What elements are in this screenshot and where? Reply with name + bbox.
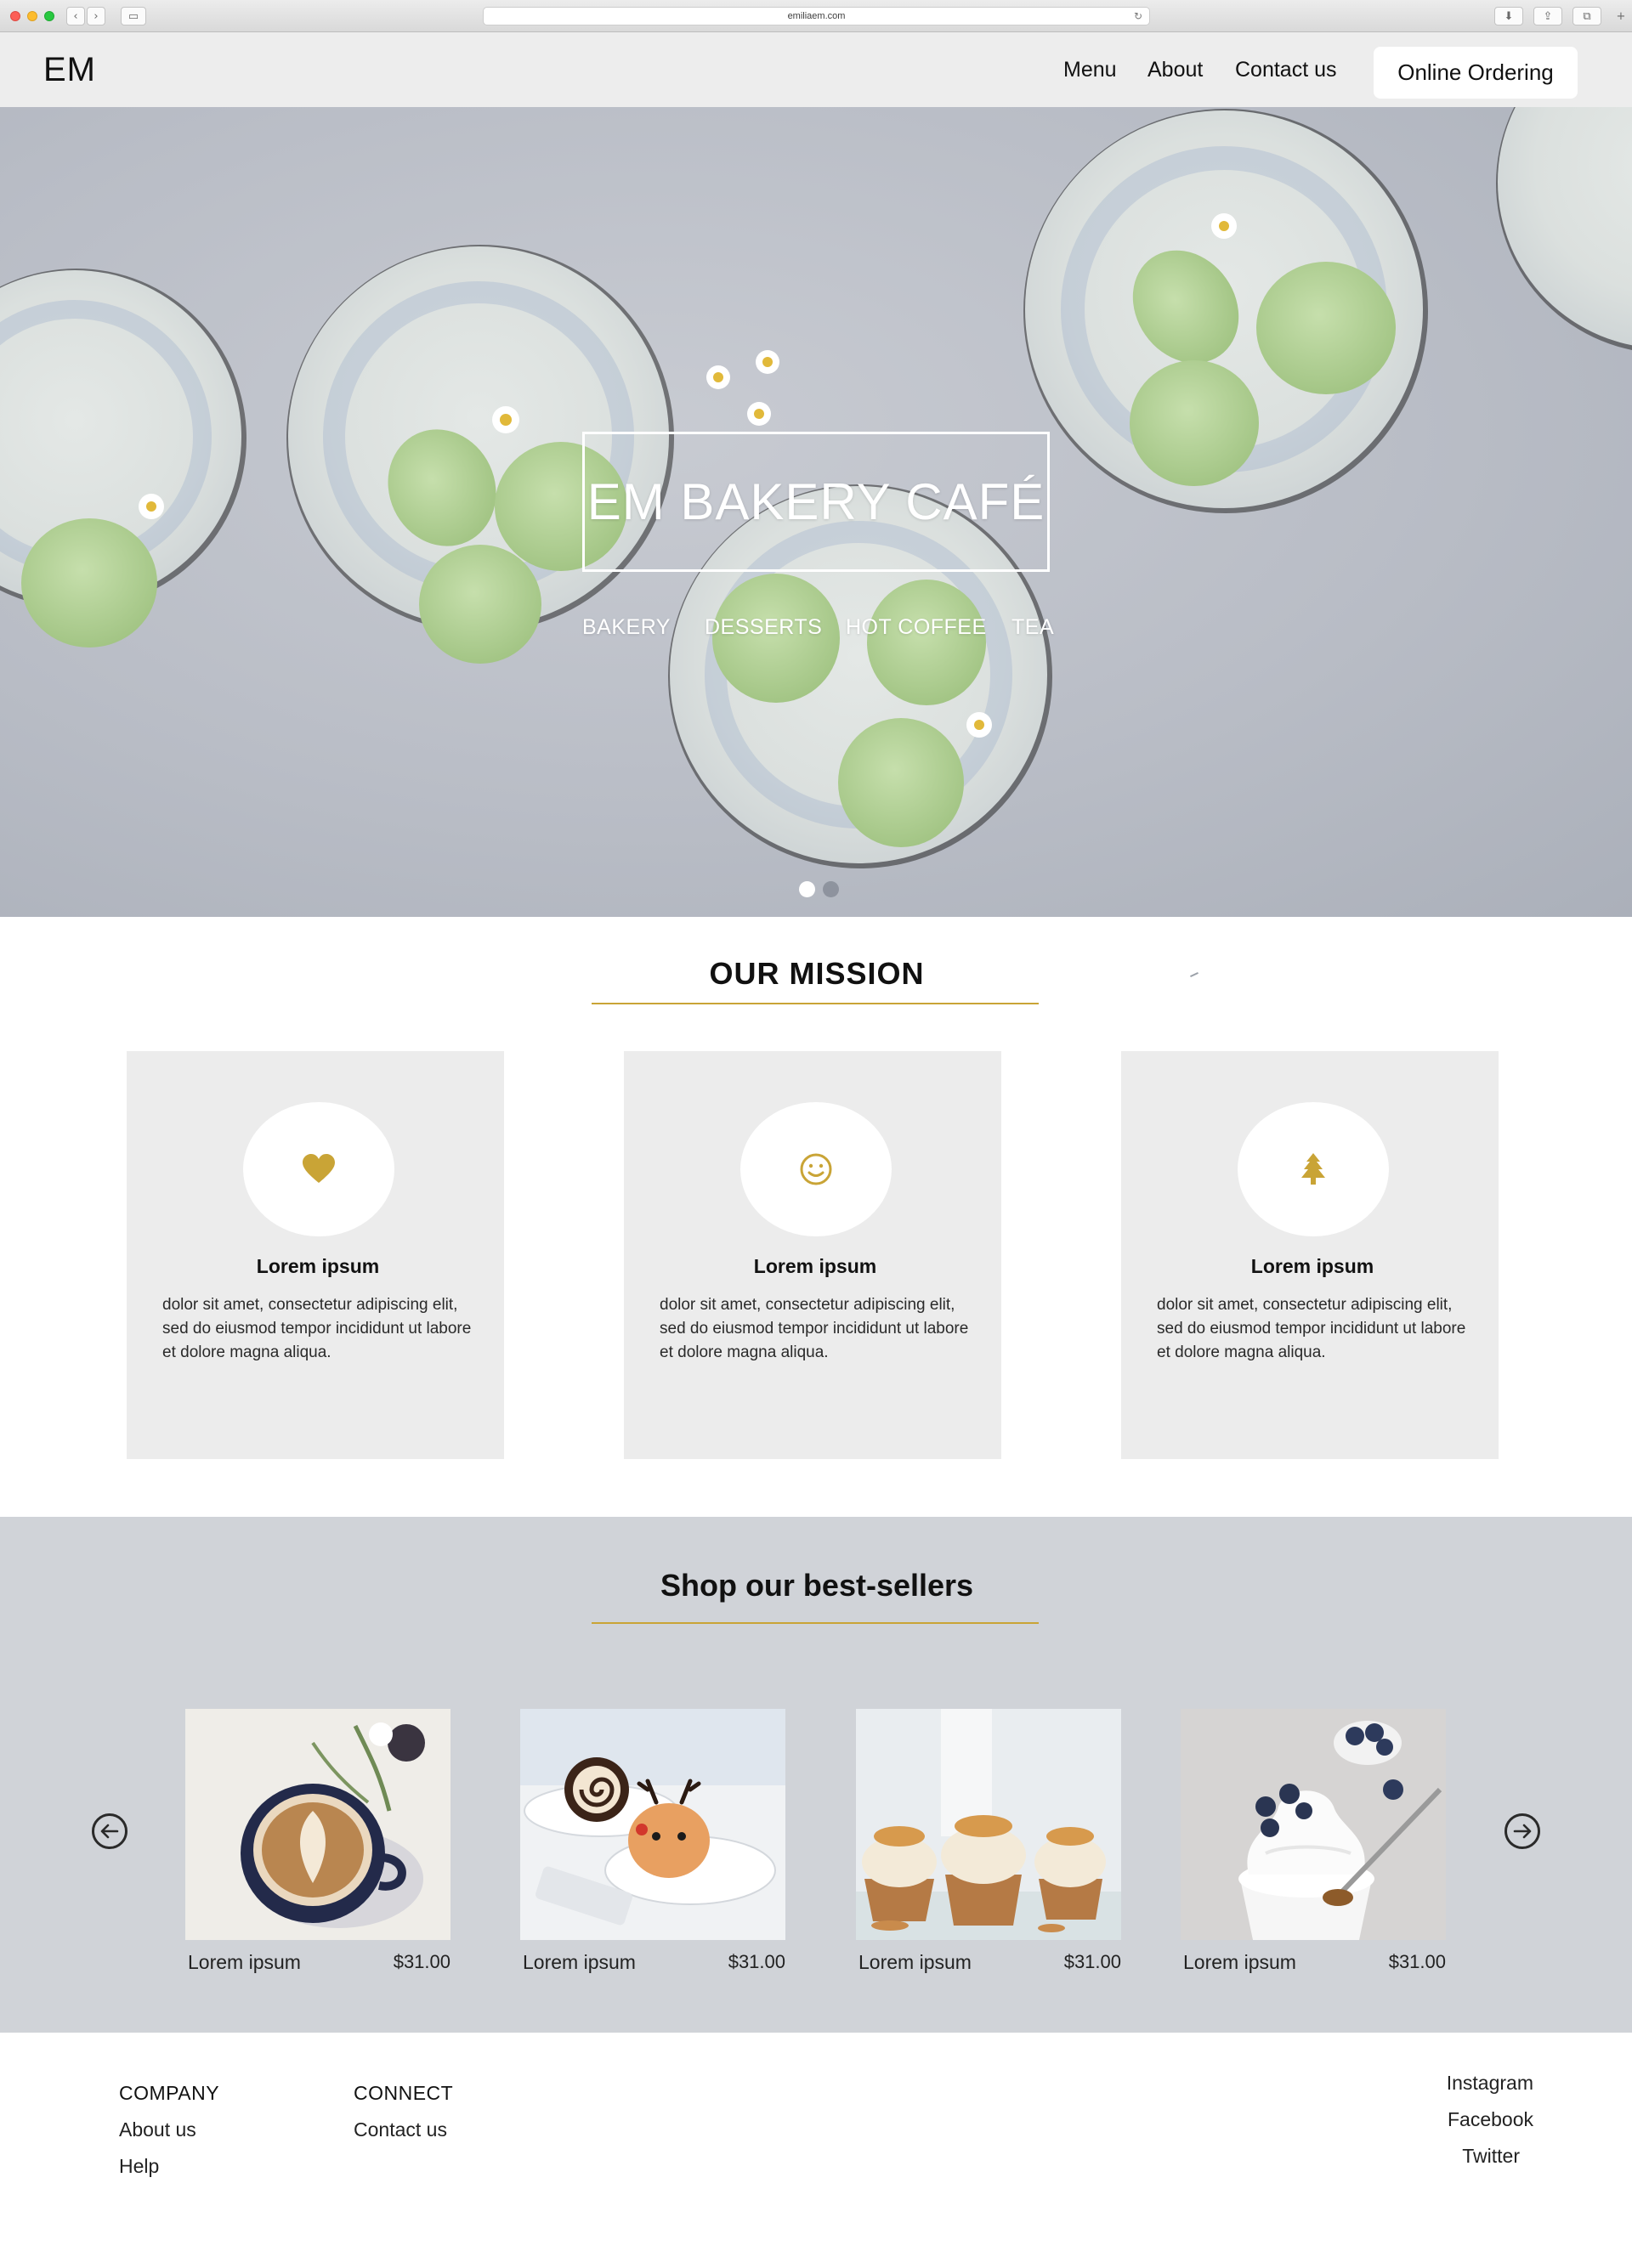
footer-instagram-link[interactable]: Instagram — [1431, 2072, 1533, 2095]
hero-title-box: EM BAKERY CAFÉ — [582, 432, 1050, 572]
mission-icon-circle — [243, 1102, 394, 1236]
nav-contact-link[interactable]: Contact us — [1235, 58, 1337, 82]
new-tab-icon[interactable]: + — [1612, 7, 1630, 25]
product-card[interactable]: Lorem ipsum $31.00 — [1181, 1709, 1453, 1973]
cake-roll-photo[interactable] — [520, 1709, 785, 1940]
address-url: emiliaem.com — [787, 11, 846, 21]
smiley-icon — [800, 1153, 832, 1185]
mission-card: Lorem ipsum dolor sit amet, consectetur … — [127, 1051, 504, 1459]
mission-card: Lorem ipsum dolor sit amet, consectetur … — [624, 1051, 1001, 1459]
slider-dot-2[interactable] — [823, 881, 839, 897]
mission-icon-circle — [1238, 1102, 1389, 1236]
best-sellers-section: Shop our best-sellers Lorem ipsum $31.00… — [0, 1517, 1632, 2033]
footer-twitter-link[interactable]: Twitter — [1431, 2145, 1520, 2168]
product-card[interactable]: Lorem ipsum $31.00 — [520, 1709, 792, 1973]
best-sellers-title: Shop our best-sellers — [660, 1568, 974, 1603]
sidebar-icon[interactable]: ▭ — [121, 7, 146, 25]
hero-category-bakery[interactable]: BAKERY — [582, 615, 671, 640]
mission-divider — [592, 1003, 1039, 1004]
product-name: Lorem ipsum — [523, 1951, 636, 1973]
footer-company-heading: COMPANY — [119, 2082, 220, 2104]
product-price: $31.00 — [1063, 1951, 1121, 1972]
mission-card-text: dolor sit amet, consectetur adipiscing e… — [162, 1296, 472, 1361]
footer-about-link[interactable]: About us — [119, 2118, 196, 2141]
mission-icon-circle — [740, 1102, 892, 1236]
arrow-right-icon — [1513, 1824, 1532, 1839]
hero-category-desserts[interactable]: DESSERTS — [705, 615, 822, 640]
product-price: $31.00 — [393, 1951, 450, 1972]
mission-card-heading: Lorem ipsum — [753, 1255, 877, 1277]
tabs-icon[interactable]: ⧉ — [1572, 7, 1601, 25]
mission-card-text: dolor sit amet, consectetur adipiscing e… — [1157, 1296, 1466, 1361]
hero-category-hot-coffee[interactable]: HOT COFFEE — [846, 615, 987, 640]
site-logo[interactable]: EM — [43, 51, 96, 89]
footer-facebook-link[interactable]: Facebook — [1431, 2108, 1533, 2131]
mission-card-heading: Lorem ipsum — [256, 1255, 380, 1277]
site-footer: COMPANY About us Help CONNECT Contact us… — [0, 2033, 1632, 2268]
hero-slider: EM BAKERY CAFÉ BAKERY DESSERTS HOT COFFE… — [0, 107, 1632, 917]
best-sellers-divider — [592, 1622, 1039, 1624]
nav-menu-link[interactable]: Menu — [1063, 58, 1117, 82]
product-name: Lorem ipsum — [858, 1951, 972, 1973]
arrow-left-icon — [100, 1824, 119, 1839]
product-price: $31.00 — [1388, 1951, 1446, 1972]
product-card[interactable]: Lorem ipsum $31.00 — [856, 1709, 1128, 1973]
address-bar[interactable]: emiliaem.com ↻ — [483, 7, 1150, 25]
online-ordering-button[interactable]: Online Ordering — [1374, 47, 1578, 99]
back-icon[interactable]: ‹ — [66, 7, 85, 25]
product-name: Lorem ipsum — [1183, 1951, 1296, 1973]
product-name: Lorem ipsum — [188, 1951, 301, 1973]
carousel-prev-button[interactable] — [92, 1813, 128, 1849]
decorative-mark — [1190, 971, 1198, 978]
hero-title: EM BAKERY CAFÉ — [586, 473, 1046, 530]
product-card[interactable]: Lorem ipsum $31.00 — [185, 1709, 457, 1973]
cupcakes-photo[interactable] — [856, 1709, 1121, 1940]
footer-contact-link[interactable]: Contact us — [354, 2118, 447, 2141]
zoom-window-icon[interactable] — [44, 11, 54, 21]
heart-icon — [303, 1154, 335, 1183]
footer-connect-heading: CONNECT — [354, 2082, 454, 2104]
mission-title: OUR MISSION — [709, 956, 925, 991]
site-header: EM Menu About Contact us Online Ordering — [0, 32, 1632, 107]
mission-card: Lorem ipsum dolor sit amet, consectetur … — [1121, 1051, 1499, 1459]
mission-card-text: dolor sit amet, consectetur adipiscing e… — [660, 1296, 969, 1361]
forward-icon[interactable]: › — [87, 7, 105, 25]
tree-icon — [1301, 1153, 1325, 1185]
carousel-next-button[interactable] — [1504, 1813, 1540, 1849]
share-icon[interactable]: ⇪ — [1533, 7, 1562, 25]
reload-icon[interactable]: ↻ — [1134, 10, 1142, 22]
mission-card-heading: Lorem ipsum — [1250, 1255, 1374, 1277]
download-icon[interactable]: ⬇ — [1494, 7, 1523, 25]
minimize-window-icon[interactable] — [27, 11, 37, 21]
plate-far-right — [1496, 107, 1632, 350]
blueberry-cupcake-photo[interactable] — [1181, 1709, 1446, 1940]
footer-help-link[interactable]: Help — [119, 2155, 159, 2178]
browser-toolbar: ‹ › ▭ emiliaem.com ↻ ⬇ ⇪ ⧉ + — [0, 0, 1632, 32]
slider-dot-1[interactable] — [799, 881, 815, 897]
product-price: $31.00 — [728, 1951, 785, 1972]
close-window-icon[interactable] — [10, 11, 20, 21]
hero-category-tea[interactable]: TEA — [1012, 615, 1054, 640]
nav-about-link[interactable]: About — [1148, 58, 1203, 82]
latte-photo[interactable] — [185, 1709, 450, 1940]
